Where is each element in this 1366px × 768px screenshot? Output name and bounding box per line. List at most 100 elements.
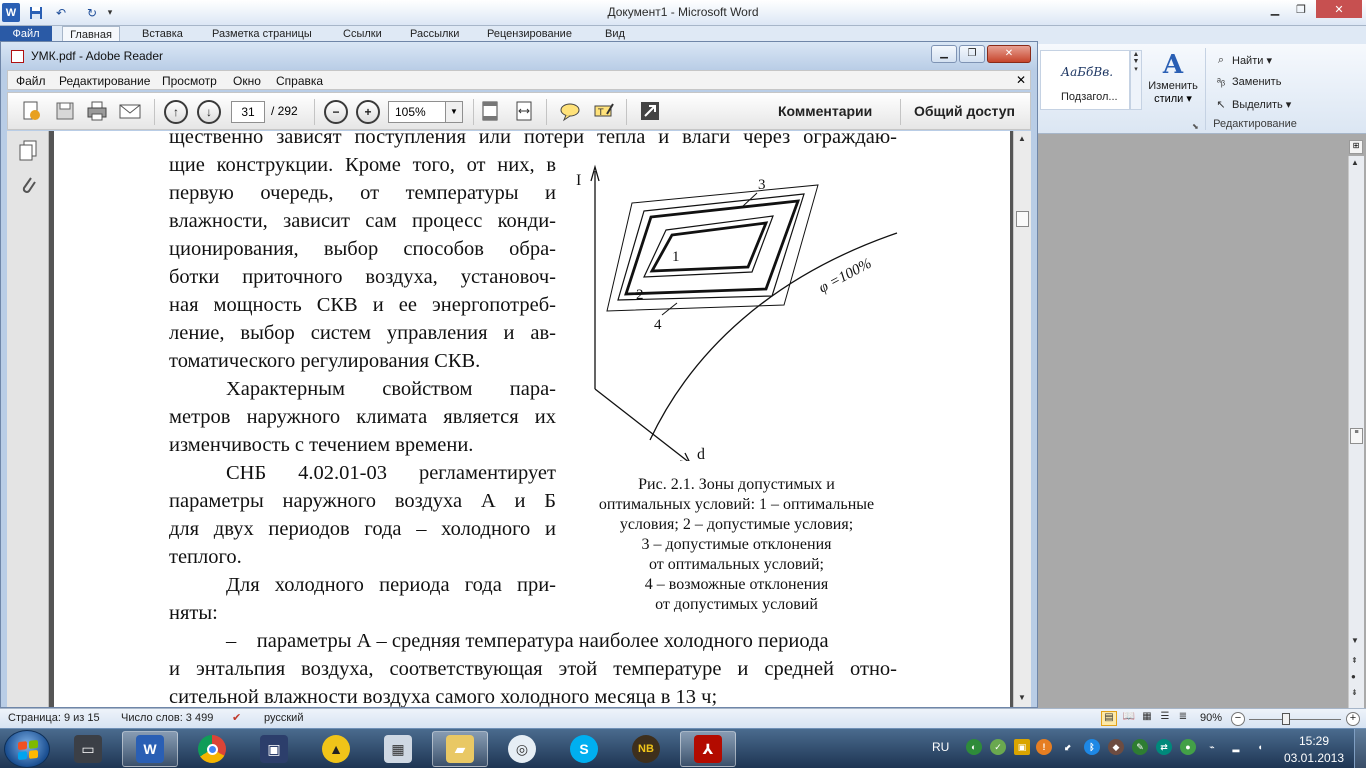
tray-icon-7[interactable]: ● bbox=[1180, 739, 1196, 755]
taskbar-explorer[interactable]: ▰ bbox=[432, 731, 488, 767]
save-file-icon[interactable] bbox=[52, 100, 78, 124]
reader-scroll-thumb[interactable] bbox=[1016, 211, 1029, 227]
browse-object-icon[interactable]: ● bbox=[1351, 672, 1356, 681]
tray-bluetooth-icon[interactable]: ᛒ bbox=[1084, 739, 1100, 755]
document-view[interactable]: щественно зависят поступления или потери… bbox=[49, 131, 1013, 707]
zoom-in-button-reader[interactable]: + bbox=[356, 100, 380, 124]
taskbar-chrome[interactable] bbox=[184, 731, 240, 767]
reader-maximize-button[interactable]: ❐ bbox=[959, 45, 985, 63]
text-line: Для холодного периода года при- bbox=[226, 574, 556, 596]
word-minimize-button[interactable]: ▁ bbox=[1262, 0, 1288, 18]
proofing-icon[interactable]: ✔ bbox=[232, 711, 250, 726]
taskbar-scanner[interactable]: ▭ bbox=[60, 731, 116, 767]
scroll-down-icon[interactable]: ▼ bbox=[1351, 636, 1359, 645]
reader-scroll-down-icon[interactable]: ▼ bbox=[1018, 693, 1026, 702]
reader-scroll-up-icon[interactable]: ▲ bbox=[1018, 134, 1026, 143]
taskbar-daemon-tools[interactable]: ▲ bbox=[308, 731, 364, 767]
status-word-count[interactable]: Число слов: 3 499 bbox=[121, 712, 213, 724]
reader-titlebar[interactable]: УМК.pdf - Adobe Reader ▁ ❐ ✕ bbox=[1, 42, 1037, 70]
scroll-up-icon[interactable]: ▲ bbox=[1351, 158, 1359, 167]
share-button[interactable]: Общий доступ bbox=[914, 103, 1015, 119]
taskbar-nb[interactable]: NB bbox=[618, 731, 674, 767]
zoom-out-button[interactable]: − bbox=[1231, 712, 1245, 726]
style-gallery-item[interactable]: АаБбВв. Подзагол... bbox=[1040, 50, 1130, 110]
fit-page-icon[interactable] bbox=[478, 100, 502, 124]
tray-signal-icon[interactable]: ▂ bbox=[1228, 739, 1244, 755]
outline-view-icon[interactable]: ☰ bbox=[1157, 711, 1173, 726]
zoom-slider-thumb[interactable] bbox=[1281, 713, 1290, 725]
previous-page-icon[interactable]: ⇞ bbox=[1351, 656, 1358, 665]
change-styles-button[interactable]: A Изменить стили ▾ bbox=[1144, 50, 1202, 120]
tray-network-icon[interactable]: ⌁ bbox=[1204, 739, 1220, 755]
next-page-icon[interactable]: ⇟ bbox=[1351, 688, 1358, 697]
reader-minimize-button[interactable]: ▁ bbox=[931, 45, 957, 63]
taskbar-adobe-reader[interactable]: ⅄ bbox=[680, 731, 736, 767]
next-page-button[interactable]: ↓ bbox=[197, 100, 221, 124]
comment-icon[interactable] bbox=[558, 100, 582, 124]
select-button[interactable]: ↖ Выделить ▾ bbox=[1214, 95, 1291, 113]
reader-close-button[interactable]: ✕ bbox=[987, 45, 1031, 63]
reader-vertical-scrollbar[interactable]: ▲ ▼ bbox=[1013, 131, 1031, 707]
print-icon[interactable] bbox=[84, 100, 110, 124]
previous-page-button[interactable]: ↑ bbox=[164, 100, 188, 124]
menu-view[interactable]: Просмотр bbox=[162, 74, 217, 88]
start-button[interactable] bbox=[4, 730, 50, 768]
svg-text:T: T bbox=[597, 108, 604, 118]
tray-icon-2[interactable]: ✓ bbox=[990, 739, 1006, 755]
expand-icon[interactable] bbox=[638, 100, 662, 124]
tray-icon-3[interactable]: ▣ bbox=[1014, 739, 1030, 755]
zoom-out-button-reader[interactable]: − bbox=[324, 100, 348, 124]
print-layout-view-icon[interactable]: ▤ bbox=[1101, 711, 1117, 726]
full-screen-reading-icon[interactable]: 📖 bbox=[1121, 711, 1137, 726]
comments-button[interactable]: Комментарии bbox=[778, 103, 872, 119]
replace-button[interactable]: ᵃᵦ Заменить bbox=[1214, 73, 1282, 91]
create-pdf-icon[interactable] bbox=[18, 100, 44, 124]
page-number-input[interactable]: 31 bbox=[231, 101, 265, 123]
highlight-icon[interactable]: T bbox=[592, 100, 616, 124]
zoom-level-input[interactable]: 105% bbox=[388, 101, 446, 123]
word-maximize-button[interactable]: ❐ bbox=[1288, 0, 1314, 18]
menu-file[interactable]: Файл bbox=[16, 74, 46, 88]
styles-dialog-launcher-icon[interactable]: ⬊ bbox=[1192, 122, 1199, 131]
web-layout-icon[interactable]: ▦ bbox=[1139, 711, 1155, 726]
status-page-count[interactable]: Страница: 9 из 15 bbox=[8, 712, 100, 724]
tray-volume-icon[interactable]: ◖ bbox=[1252, 739, 1268, 755]
zoom-dropdown-icon[interactable]: ▼ bbox=[445, 101, 463, 123]
find-button[interactable]: ⌕ Найти ▾ bbox=[1214, 51, 1272, 69]
email-icon[interactable] bbox=[116, 100, 144, 124]
menu-help[interactable]: Справка bbox=[276, 74, 323, 88]
show-desktop-button[interactable] bbox=[1354, 729, 1366, 768]
fit-width-icon[interactable] bbox=[512, 100, 536, 124]
ruler-toggle-icon[interactable]: ⊞ bbox=[1349, 140, 1363, 154]
status-language[interactable]: русский bbox=[264, 712, 303, 724]
tray-alert-icon[interactable]: ! bbox=[1036, 739, 1052, 755]
page-thumbnails-icon[interactable] bbox=[17, 139, 39, 163]
attachments-icon[interactable] bbox=[17, 173, 39, 197]
tray-icon-5[interactable]: ✎ bbox=[1132, 739, 1148, 755]
word-close-button[interactable]: ✕ bbox=[1316, 0, 1362, 18]
taskbar-word[interactable]: W bbox=[122, 731, 178, 767]
word-scroll-thumb[interactable]: ≡ bbox=[1350, 428, 1363, 444]
zoom-in-button[interactable]: + bbox=[1346, 712, 1360, 726]
taskbar-floppy[interactable]: ▣ bbox=[246, 731, 302, 767]
menu-edit[interactable]: Редактирование bbox=[59, 74, 150, 88]
taskbar-calculator[interactable]: ▦ bbox=[370, 731, 426, 767]
taskbar-media[interactable]: ◎ bbox=[494, 731, 550, 767]
zoom-level[interactable]: 90% bbox=[1200, 712, 1222, 724]
taskbar-skype[interactable]: S bbox=[556, 731, 612, 767]
toolbar-divider bbox=[314, 99, 315, 125]
language-indicator[interactable]: RU bbox=[932, 740, 949, 754]
clock-time[interactable]: 15:29 bbox=[1286, 734, 1342, 748]
menu-window[interactable]: Окно bbox=[233, 74, 261, 88]
word-vertical-scrollbar[interactable]: ▲ ≡ ▼ ⇞ ● ⇟ bbox=[1348, 156, 1364, 708]
tray-icon-6[interactable]: ⇄ bbox=[1156, 739, 1172, 755]
close-document-icon[interactable]: ✕ bbox=[1016, 73, 1026, 87]
zoom-slider-track[interactable] bbox=[1249, 719, 1341, 720]
navigation-pane bbox=[7, 131, 49, 707]
tray-icon-1[interactable]: ◐ bbox=[966, 739, 982, 755]
tray-icon-4[interactable]: ◆ bbox=[1108, 739, 1124, 755]
style-gallery-scroll[interactable]: ▲ ▼ ▾ bbox=[1130, 50, 1142, 110]
draft-view-icon[interactable]: ≣ bbox=[1175, 711, 1191, 726]
tray-pin-icon[interactable]: ⬋ bbox=[1060, 739, 1076, 755]
clock-date[interactable]: 03.01.2013 bbox=[1278, 751, 1350, 765]
